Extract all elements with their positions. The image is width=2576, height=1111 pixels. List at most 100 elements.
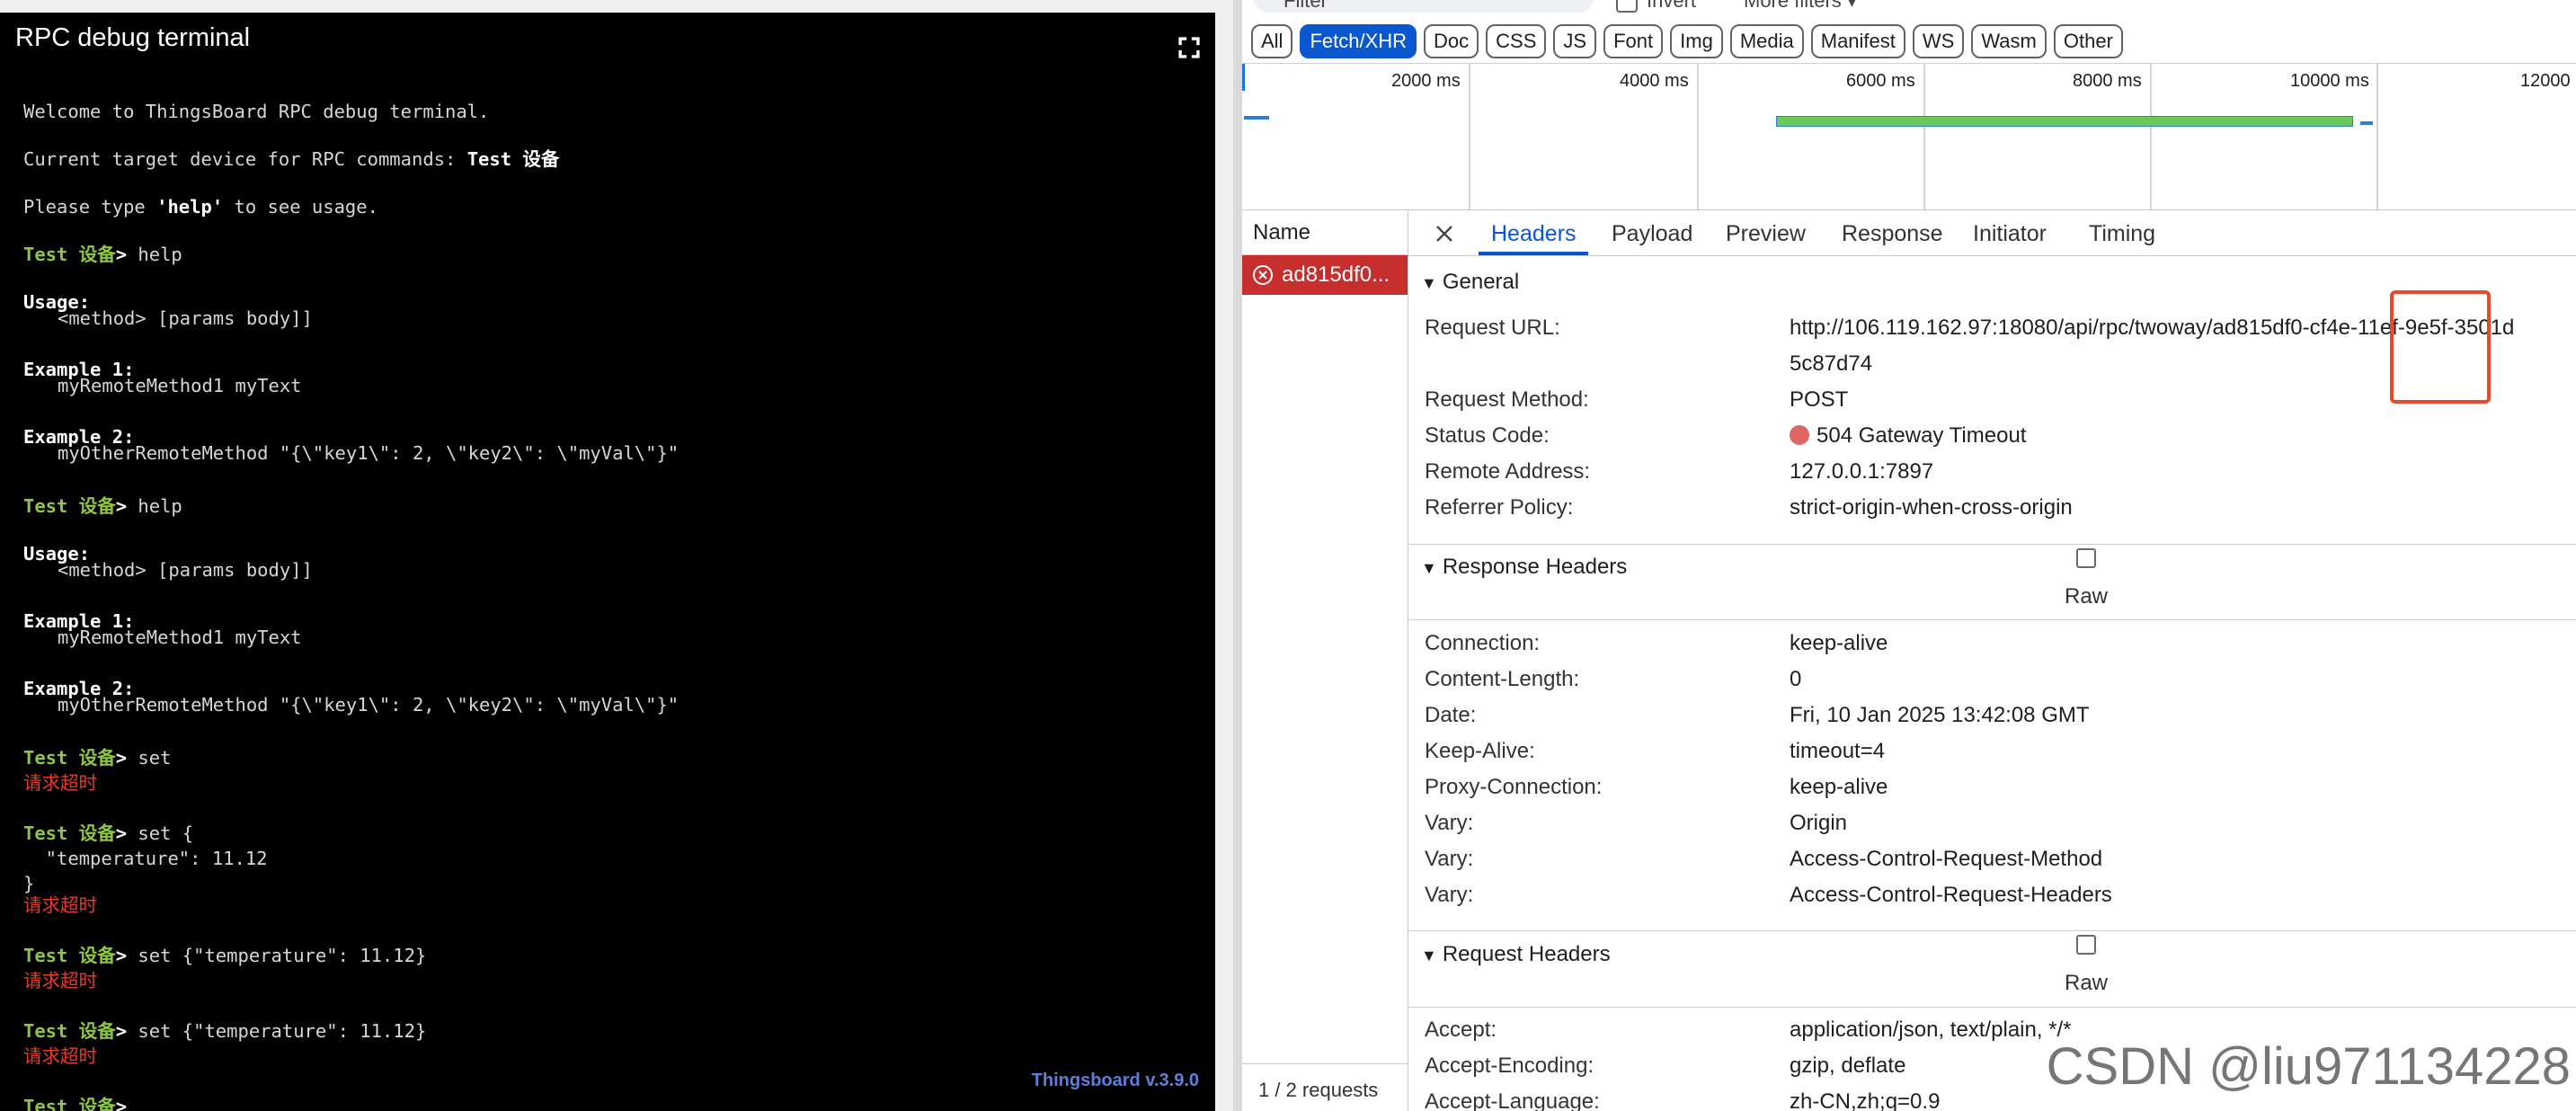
name-column-header[interactable]: Name	[1242, 210, 1408, 255]
filter-chip-wasm[interactable]: Wasm	[1971, 24, 2047, 58]
tab-payload[interactable]: Payload	[1612, 221, 1692, 247]
filter-chip-doc[interactable]: Doc	[1424, 24, 1479, 58]
header-key: Keep-Alive:	[1425, 739, 1535, 763]
section-response-headers-header[interactable]: ▼ Response Headers	[1421, 555, 1627, 580]
timeline-tick-label: 12000	[2520, 71, 2571, 91]
tab-response[interactable]: Response	[1842, 221, 1943, 247]
filter-chip-manifest[interactable]: Manifest	[1810, 24, 1905, 58]
request-row[interactable]: ad815df0...	[1242, 255, 1408, 295]
section-divider	[1408, 619, 2576, 620]
filter-chip-media[interactable]: Media	[1729, 24, 1804, 58]
header-value: 127.0.0.1:7897	[1790, 459, 1934, 484]
raw-checkbox[interactable]	[2076, 935, 2096, 955]
header-key: Accept-Encoding:	[1425, 1053, 1594, 1078]
header-value: gzip, deflate	[1790, 1053, 1906, 1078]
terminal-title: RPC debug terminal	[15, 23, 251, 52]
filter-chip-font[interactable]: Font	[1603, 24, 1664, 58]
raw-checkbox[interactable]	[2076, 548, 2096, 568]
header-key: Referrer Policy:	[1425, 495, 1574, 520]
request-name: ad815df0...	[1282, 262, 1390, 287]
timeline-request-bar	[2360, 121, 2373, 125]
section-divider	[1408, 544, 2576, 545]
request-details: Headers Payload Preview Response Initiat…	[1408, 210, 2576, 1111]
status-code-value: 504 Gateway Timeout	[1790, 423, 2026, 449]
header-key: Date:	[1425, 703, 1477, 727]
timeout-error: 请求超时	[23, 970, 97, 991]
header-key: Content-Length:	[1425, 667, 1580, 691]
section-general-header[interactable]: ▼ General	[1421, 270, 1519, 295]
timeline-gridline	[1469, 64, 1470, 209]
devtools-network-panel: Filter Invert More filters ▾ All Fetch/X…	[1242, 0, 2576, 1111]
terminal-command-line: Test 设备> set	[23, 747, 172, 769]
network-timeline[interactable]: 2000 ms 4000 ms 6000 ms 8000 ms 10000 ms…	[1242, 63, 2576, 210]
details-tabbar: Headers Payload Preview Response Initiat…	[1408, 210, 2576, 256]
terminal-command-line: Test 设备> set {"temperature": 11.12}	[23, 1020, 427, 1042]
terminal-line: "temperature": 11.12	[23, 848, 268, 869]
terminal-input-line[interactable]: Test 设备>	[23, 1094, 138, 1111]
request-list: Name ad815df0... 1 / 2 requests	[1242, 210, 1408, 1111]
header-value: Fri, 10 Jan 2025 13:42:08 GMT	[1790, 703, 2090, 727]
fullscreen-icon[interactable]	[1174, 32, 1204, 63]
filter-chip-css[interactable]: CSS	[1486, 24, 1547, 58]
header-value: strict-origin-when-cross-origin	[1790, 495, 2073, 520]
error-icon	[1253, 265, 1273, 285]
timeline-tick-label: 2000 ms	[1391, 71, 1461, 91]
usage-text: <method> [params body]]	[58, 307, 313, 329]
timeout-error: 请求超时	[23, 1045, 97, 1067]
filter-chip-other[interactable]: Other	[2053, 24, 2123, 58]
timeline-request-bar	[1776, 116, 2353, 127]
triangle-down-icon: ▼	[1421, 274, 1437, 292]
header-key: Connection:	[1425, 631, 1541, 655]
tab-initiator[interactable]: Initiator	[1973, 221, 2047, 247]
rpc-terminal-panel: RPC debug terminal Welcome to ThingsBoar…	[0, 0, 1233, 1111]
section-request-headers-header[interactable]: ▼ Request Headers	[1421, 942, 1611, 967]
example-text: myRemoteMethod1 myText	[58, 375, 302, 396]
terminal-command-line: Test 设备> set {	[23, 822, 194, 844]
header-key: Vary:	[1425, 847, 1474, 871]
header-key: Request Method:	[1425, 387, 1589, 412]
header-key: Remote Address:	[1425, 459, 1591, 484]
example-text: myOtherRemoteMethod "{\"key1\": 2, \"key…	[58, 442, 680, 464]
example-text: myRemoteMethod1 myText	[58, 627, 302, 648]
filter-bar: Filter Invert More filters ▾	[1242, 0, 2576, 18]
tab-preview[interactable]: Preview	[1726, 221, 1806, 247]
header-key: Status Code:	[1425, 423, 1550, 448]
terminal-command-line: Test 设备> help	[23, 495, 182, 517]
filter-chip-js[interactable]: JS	[1553, 24, 1597, 58]
timeout-error: 请求超时	[23, 772, 97, 794]
header-value: 0	[1790, 667, 1802, 691]
active-tab-indicator	[1479, 252, 1588, 255]
timeline-tick-label: 4000 ms	[1620, 71, 1689, 91]
header-key: Proxy-Connection:	[1425, 775, 1603, 799]
header-value: Access-Control-Request-Method	[1790, 847, 2103, 871]
more-filters-dropdown[interactable]: More filters ▾	[1744, 0, 1857, 13]
status-error-icon	[1790, 425, 1809, 445]
filter-placeholder: Filter	[1284, 0, 1328, 12]
timeline-tick-label: 10000 ms	[2290, 71, 2369, 91]
filter-chip-ws[interactable]: WS	[1912, 24, 1965, 58]
timeline-request-bar	[1244, 116, 1269, 120]
invert-checkbox[interactable]	[1616, 0, 1638, 13]
request-url-value-cont: 5c87d74	[1790, 351, 1873, 376]
target-device-name: Test 设备	[466, 148, 560, 170]
raw-label: Raw	[2065, 971, 2109, 995]
timeline-gridline	[1923, 64, 1925, 209]
example-text: myOtherRemoteMethod "{\"key1\": 2, \"key…	[58, 694, 680, 715]
section-divider	[1408, 1007, 2576, 1008]
panel-splitter[interactable]	[1233, 0, 1242, 1111]
header-key: Accept-Language:	[1425, 1089, 1600, 1111]
filter-chip-img[interactable]: Img	[1670, 24, 1723, 58]
filter-chip-all[interactable]: All	[1251, 24, 1293, 58]
timeout-error: 请求超时	[23, 894, 97, 916]
header-value: zh-CN,zh;q=0.9	[1790, 1089, 1941, 1111]
resource-type-filters: All Fetch/XHR Doc CSS JS Font Img Media …	[1251, 24, 2123, 58]
filter-chip-fetch-xhr[interactable]: Fetch/XHR	[1300, 24, 1417, 58]
timeline-tick-label: 6000 ms	[1846, 71, 1915, 91]
tab-headers[interactable]: Headers	[1491, 221, 1577, 247]
tab-timing[interactable]: Timing	[2089, 221, 2155, 247]
header-key: Vary:	[1425, 883, 1474, 907]
close-icon[interactable]	[1434, 223, 1455, 244]
terminal-card: RPC debug terminal Welcome to ThingsBoar…	[0, 13, 1215, 1111]
triangle-down-icon: ▼	[1421, 947, 1437, 964]
status-bar: 1 / 2 requests	[1242, 1063, 1408, 1111]
